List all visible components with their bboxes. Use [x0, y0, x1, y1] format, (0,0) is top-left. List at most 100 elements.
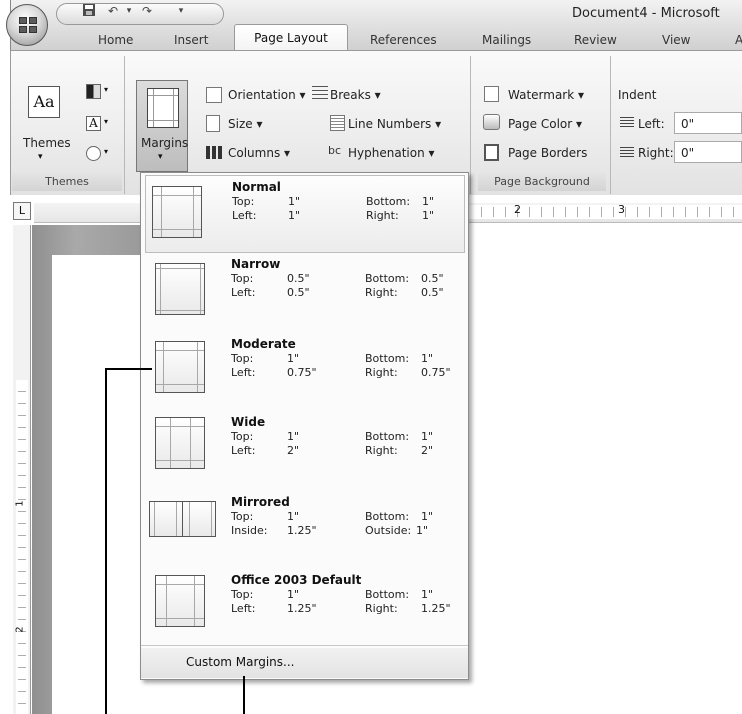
- themes-button-label[interactable]: Themes: [23, 136, 71, 150]
- preset-value: 0.75": [421, 366, 451, 379]
- preset-value: 0.5": [421, 272, 444, 285]
- orientation-icon: [206, 87, 222, 103]
- tab-selector[interactable]: L: [13, 202, 31, 220]
- preset-value: 1": [422, 195, 435, 208]
- preset-label: Top:: [231, 510, 254, 523]
- margin-preset-normal[interactable]: Normal Top: 1" Bottom: 1" Left: 1" Right…: [145, 175, 465, 253]
- tab-add-ins[interactable]: A: [735, 30, 742, 50]
- preset-value: 1": [421, 510, 434, 523]
- preset-value: 1": [287, 430, 300, 443]
- margin-preset-narrow[interactable]: Narrow Top: 0.5" Bottom: 0.5" Left: 0.5"…: [145, 253, 465, 331]
- margin-thumbnail-mirrored-left: [149, 501, 183, 537]
- tab-view[interactable]: View: [662, 30, 690, 50]
- preset-value: 1.25": [287, 524, 317, 537]
- preset-value: 1": [422, 209, 435, 222]
- window-title: Document4 - Microsoft: [572, 6, 720, 21]
- preset-value: 1": [421, 352, 434, 365]
- margin-preset-mirrored[interactable]: Mirrored Top: 1" Bottom: 1" Inside: 1.25…: [145, 491, 465, 569]
- preset-name: Moderate: [231, 337, 296, 351]
- save-icon[interactable]: [80, 3, 98, 19]
- themes-icon[interactable]: Aa: [28, 86, 60, 118]
- orientation-button[interactable]: Orientation ▾: [228, 88, 306, 102]
- tab-home[interactable]: Home: [98, 30, 133, 50]
- group-divider: [610, 56, 611, 194]
- indent-left-input[interactable]: 0": [674, 112, 742, 134]
- preset-value: 1": [288, 209, 301, 222]
- margin-thumbnail-normal: [152, 186, 202, 238]
- vruler-mark-2: 2: [14, 626, 26, 633]
- indent-right-input[interactable]: 0": [674, 141, 742, 163]
- group-divider: [470, 56, 471, 194]
- ruler-mark-2: 2: [514, 203, 521, 216]
- watermark-button[interactable]: Watermark ▾: [508, 88, 584, 102]
- undo-dropdown-icon[interactable]: ▾: [120, 3, 138, 19]
- margin-preset-wide[interactable]: Wide Top: 1" Bottom: 1" Left: 2" Right: …: [145, 411, 465, 489]
- preset-label: Top:: [232, 195, 255, 208]
- office-button[interactable]: [6, 4, 48, 46]
- chevron-down-icon: ▾: [104, 85, 109, 94]
- tab-references[interactable]: References: [370, 30, 437, 50]
- margin-thumbnail-moderate: [155, 341, 205, 393]
- preset-name: Office 2003 Default: [231, 573, 362, 587]
- page-borders-button[interactable]: Page Borders: [508, 146, 587, 160]
- theme-fonts-icon[interactable]: A: [86, 116, 101, 131]
- preset-label: Right:: [365, 286, 398, 299]
- callout-line: [106, 368, 152, 370]
- indent-left-value: 0": [681, 117, 695, 131]
- preset-label: Left:: [231, 366, 256, 379]
- preset-label: Left:: [231, 444, 256, 457]
- theme-colors-icon[interactable]: [86, 84, 101, 99]
- line-numbers-icon: [330, 115, 345, 131]
- chevron-down-icon: ▾: [104, 147, 109, 156]
- indent-right-value: 0": [681, 146, 695, 160]
- margins-button-label: Margins: [141, 136, 189, 150]
- margin-thumbnail-office-2003: [155, 575, 205, 627]
- line-numbers-button[interactable]: Line Numbers ▾: [348, 117, 441, 131]
- preset-name: Normal: [232, 180, 281, 194]
- preset-value: 1": [287, 352, 300, 365]
- margin-thumbnail-wide: [155, 417, 205, 469]
- tab-insert[interactable]: Insert: [174, 30, 208, 50]
- preset-label: Bottom:: [366, 195, 411, 208]
- preset-value: 2": [421, 444, 434, 457]
- preset-label: Bottom:: [365, 510, 410, 523]
- columns-button[interactable]: Columns ▾: [228, 146, 290, 160]
- page-color-button[interactable]: Page Color ▾: [508, 117, 582, 131]
- preset-value: 2": [287, 444, 300, 457]
- breaks-button[interactable]: Breaks ▾: [330, 88, 381, 102]
- indent-left-icon: [620, 117, 634, 129]
- document-page[interactable]: [52, 255, 142, 714]
- preset-value: 1": [287, 510, 300, 523]
- preset-value: 0.75": [287, 366, 317, 379]
- document-page-area[interactable]: [470, 225, 742, 714]
- vruler-mark-1: 1: [14, 500, 26, 507]
- watermark-icon: [484, 86, 499, 102]
- preset-label: Bottom:: [365, 272, 410, 285]
- hyphenation-button[interactable]: Hyphenation ▾: [348, 146, 435, 160]
- preset-label: Top:: [231, 430, 254, 443]
- margin-thumbnail-mirrored-right: [182, 501, 216, 537]
- indent-right-icon: [620, 147, 634, 159]
- size-button[interactable]: Size ▾: [228, 117, 262, 131]
- tab-page-layout[interactable]: Page Layout: [234, 24, 348, 51]
- preset-label: Top:: [231, 352, 254, 365]
- indent-label: Indent: [618, 88, 657, 102]
- chevron-down-icon: ▾: [104, 117, 109, 126]
- preset-label: Right:: [365, 366, 398, 379]
- preset-value: 1": [421, 430, 434, 443]
- customize-qat-icon[interactable]: ▾: [172, 3, 190, 19]
- preset-label: Bottom:: [365, 430, 410, 443]
- theme-effects-icon[interactable]: [86, 146, 101, 161]
- columns-icon: [206, 146, 222, 159]
- preset-label: Left:: [231, 602, 256, 615]
- margin-preset-moderate[interactable]: Moderate Top: 1" Bottom: 1" Left: 0.75" …: [145, 333, 465, 411]
- themes-dropdown-icon[interactable]: ▾: [38, 152, 43, 162]
- redo-icon[interactable]: ↷: [138, 3, 156, 19]
- breaks-icon: [312, 86, 328, 102]
- tab-mailings[interactable]: Mailings: [482, 30, 531, 50]
- preset-value: 0.5": [287, 272, 310, 285]
- tab-review[interactable]: Review: [574, 30, 617, 50]
- preset-value: 1": [416, 524, 429, 537]
- preset-value: 1": [288, 195, 301, 208]
- margin-preset-office-2003-default[interactable]: Office 2003 Default Top: 1" Bottom: 1" L…: [145, 569, 465, 647]
